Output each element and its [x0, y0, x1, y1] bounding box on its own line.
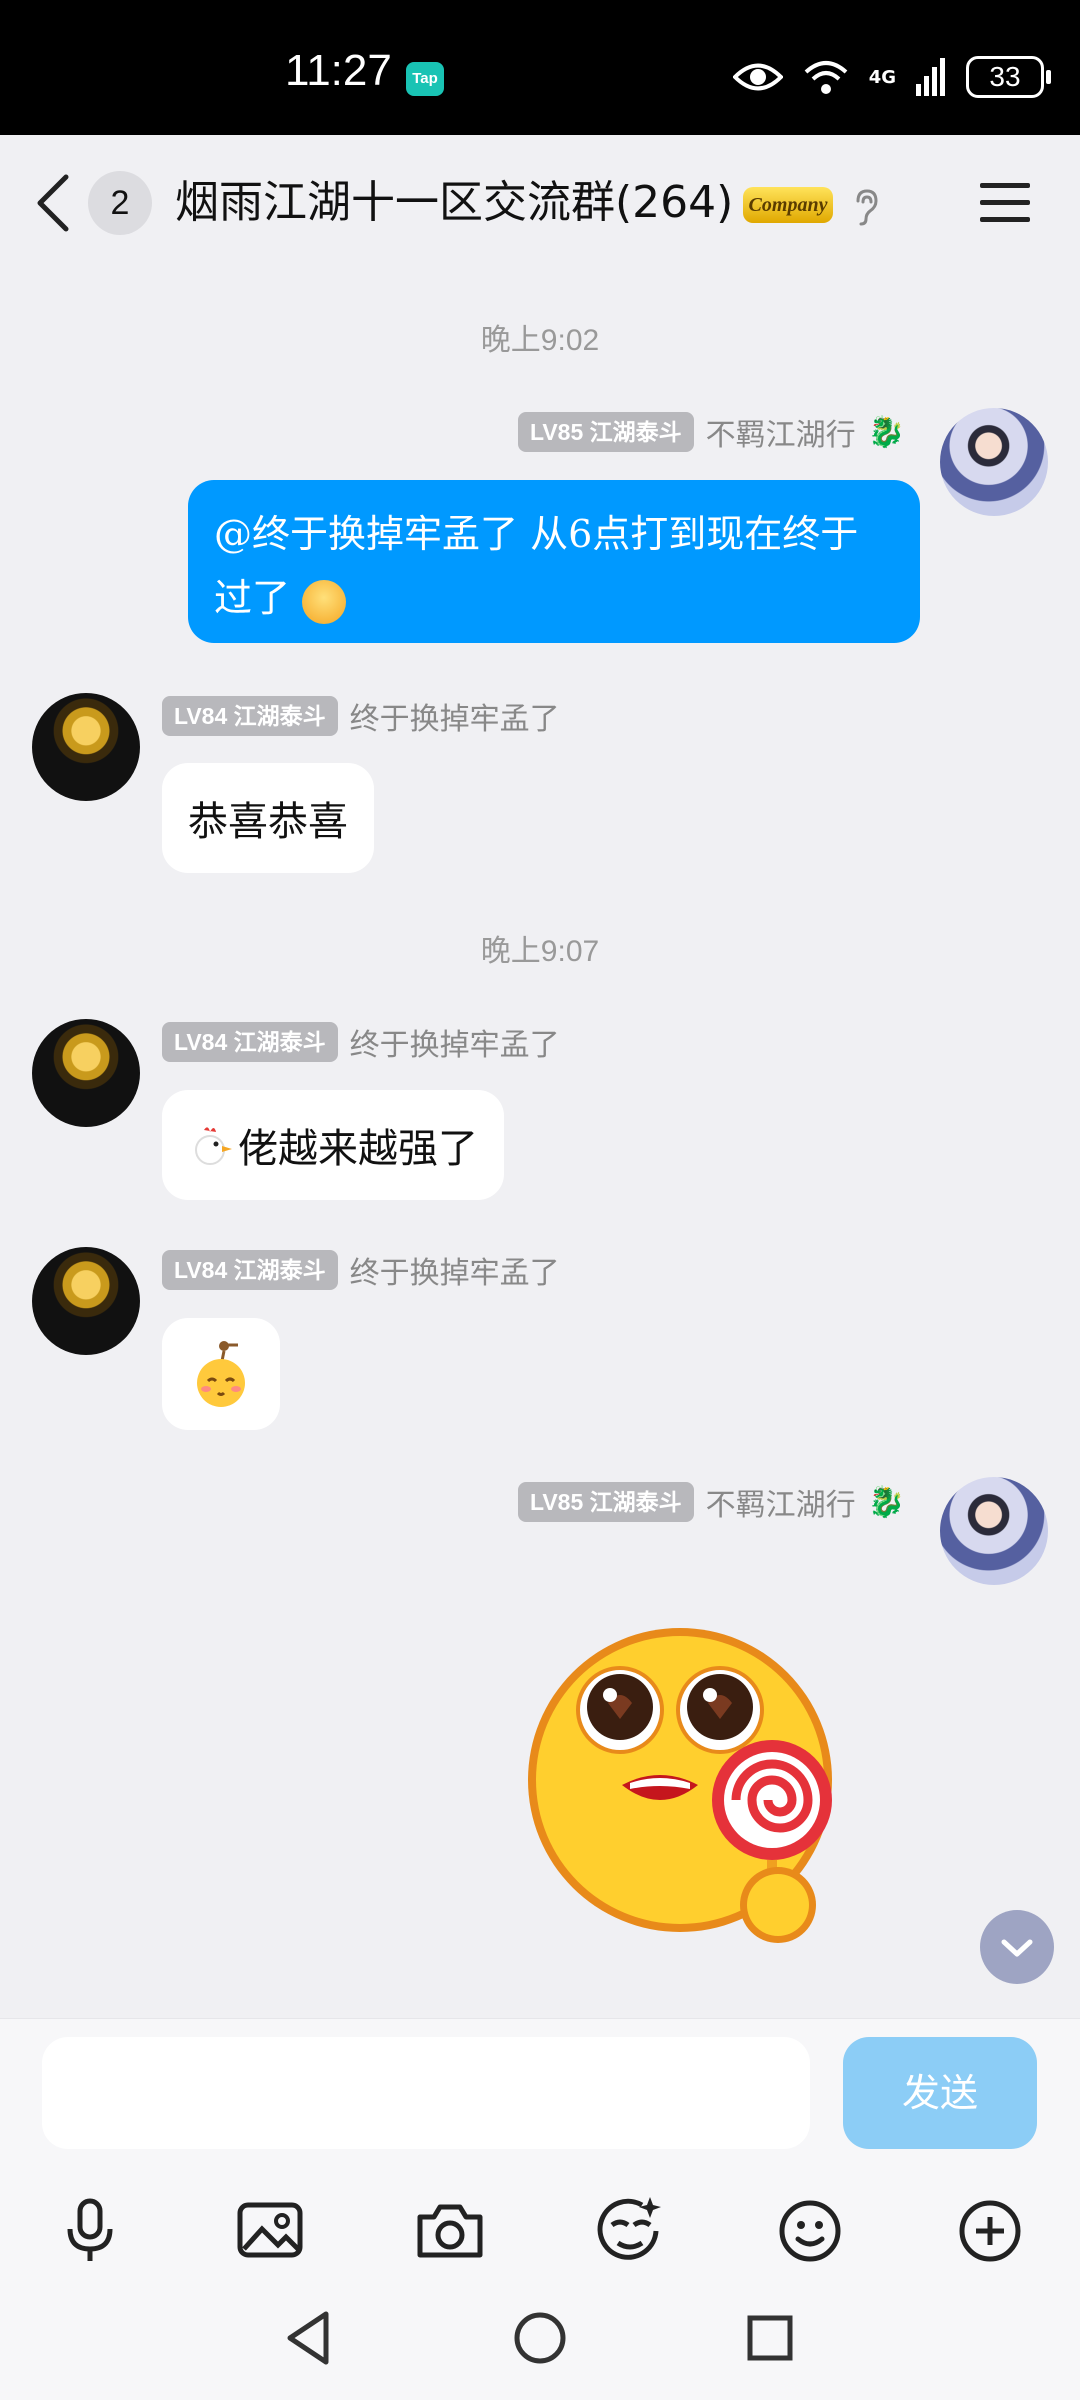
microphone-icon[interactable]: [50, 2191, 130, 2271]
sender-name: 不羁江湖行: [705, 1488, 856, 1523]
chevron-down-icon: [1001, 1939, 1033, 1957]
wifi-icon: [804, 61, 848, 94]
message-bubble[interactable]: @终于换掉牢孟了 从6点打到现在终于过了: [188, 480, 920, 643]
camera-icon[interactable]: [410, 2191, 490, 2271]
nav-recents-icon[interactable]: [738, 2306, 802, 2370]
status-icons: 4G 33: [732, 56, 1051, 98]
battery-icon: 33: [966, 56, 1051, 98]
my-avatar[interactable]: [940, 1477, 1048, 1585]
message-bubble[interactable]: [162, 1318, 280, 1430]
sender-name: 终于换掉牢孟了: [349, 1256, 560, 1291]
lollipop-sticker[interactable]: [520, 1615, 840, 1955]
nav-home-icon[interactable]: [508, 2306, 572, 2370]
user-avatar[interactable]: [32, 693, 140, 801]
menu-button[interactable]: [978, 179, 1032, 227]
message-input[interactable]: [42, 2037, 810, 2149]
eye-icon: [732, 63, 783, 91]
sender-row: LV84 江湖泰斗 终于换掉牢孟了: [162, 1020, 560, 1064]
image-icon[interactable]: [230, 2191, 310, 2271]
smiley-icon[interactable]: [770, 2191, 850, 2271]
send-button[interactable]: 发送: [843, 2037, 1037, 2149]
my-avatar[interactable]: [940, 408, 1048, 516]
clock: 11:27: [285, 46, 392, 95]
sender-row: LV84 江湖泰斗 终于换掉牢孟了: [162, 1248, 560, 1292]
sender-row: LV85 江湖泰斗 不羁江湖行 🐉: [517, 1480, 905, 1524]
input-toolbar: [0, 2191, 1080, 2281]
sender-row: LV84 江湖泰斗 终于换掉牢孟了: [162, 694, 560, 738]
scroll-down-button[interactable]: [980, 1910, 1054, 1984]
time-separator: 晚上9:02: [480, 324, 600, 357]
message-bubble[interactable]: 佬越来越强了: [162, 1090, 504, 1200]
shy-emoji-icon: [197, 1341, 245, 1407]
user-avatar[interactable]: [32, 1247, 140, 1355]
laughing-emoji-icon: [302, 579, 347, 624]
level-badge: LV85 江湖泰斗: [517, 412, 694, 452]
system-nav-bar: [0, 2290, 1080, 2400]
dragon-icon: 🐉: [867, 1484, 905, 1520]
sender-name: 终于换掉牢孟了: [349, 702, 560, 737]
dragon-icon: 🐉: [867, 414, 905, 450]
tap-app-icon: Tap: [406, 62, 444, 96]
sender-name: 不羁江湖行: [705, 418, 856, 453]
level-badge: LV84 江湖泰斗: [162, 696, 338, 736]
level-badge: LV85 江湖泰斗: [517, 1482, 694, 1522]
chicken-emoji-icon: [195, 1127, 232, 1165]
signal-icon: [916, 58, 945, 96]
message-bubble[interactable]: 恭喜恭喜: [162, 763, 374, 873]
user-avatar[interactable]: [32, 1019, 140, 1127]
level-badge: LV84 江湖泰斗: [162, 1250, 338, 1290]
message-text: 佬越来越强了: [238, 1126, 478, 1172]
back-button[interactable]: [30, 171, 80, 235]
chat-header: 2 烟雨江湖十一区交流群(264) Company: [0, 135, 1080, 270]
unread-count-badge[interactable]: 2: [88, 171, 152, 235]
page-title[interactable]: 烟雨江湖十一区交流群(264): [175, 171, 733, 235]
sender-row: LV85 江湖泰斗 不羁江湖行 🐉: [517, 410, 905, 454]
level-badge: LV84 江湖泰斗: [162, 1022, 338, 1062]
input-area: 发送: [0, 2018, 1080, 2290]
nav-back-icon[interactable]: [278, 2306, 342, 2370]
group-deco-badge: Company: [743, 187, 833, 223]
network-type: 4G: [868, 66, 896, 88]
status-bar: 11:27 Tap 4G 33: [0, 0, 1080, 135]
sticker-icon[interactable]: [590, 2191, 670, 2271]
ear-icon[interactable]: [850, 187, 882, 227]
time-separator: 晚上9:07: [480, 935, 600, 968]
plus-icon[interactable]: [950, 2191, 1030, 2271]
message-text: 恭喜恭喜: [188, 799, 348, 845]
sender-name: 终于换掉牢孟了: [349, 1028, 560, 1063]
